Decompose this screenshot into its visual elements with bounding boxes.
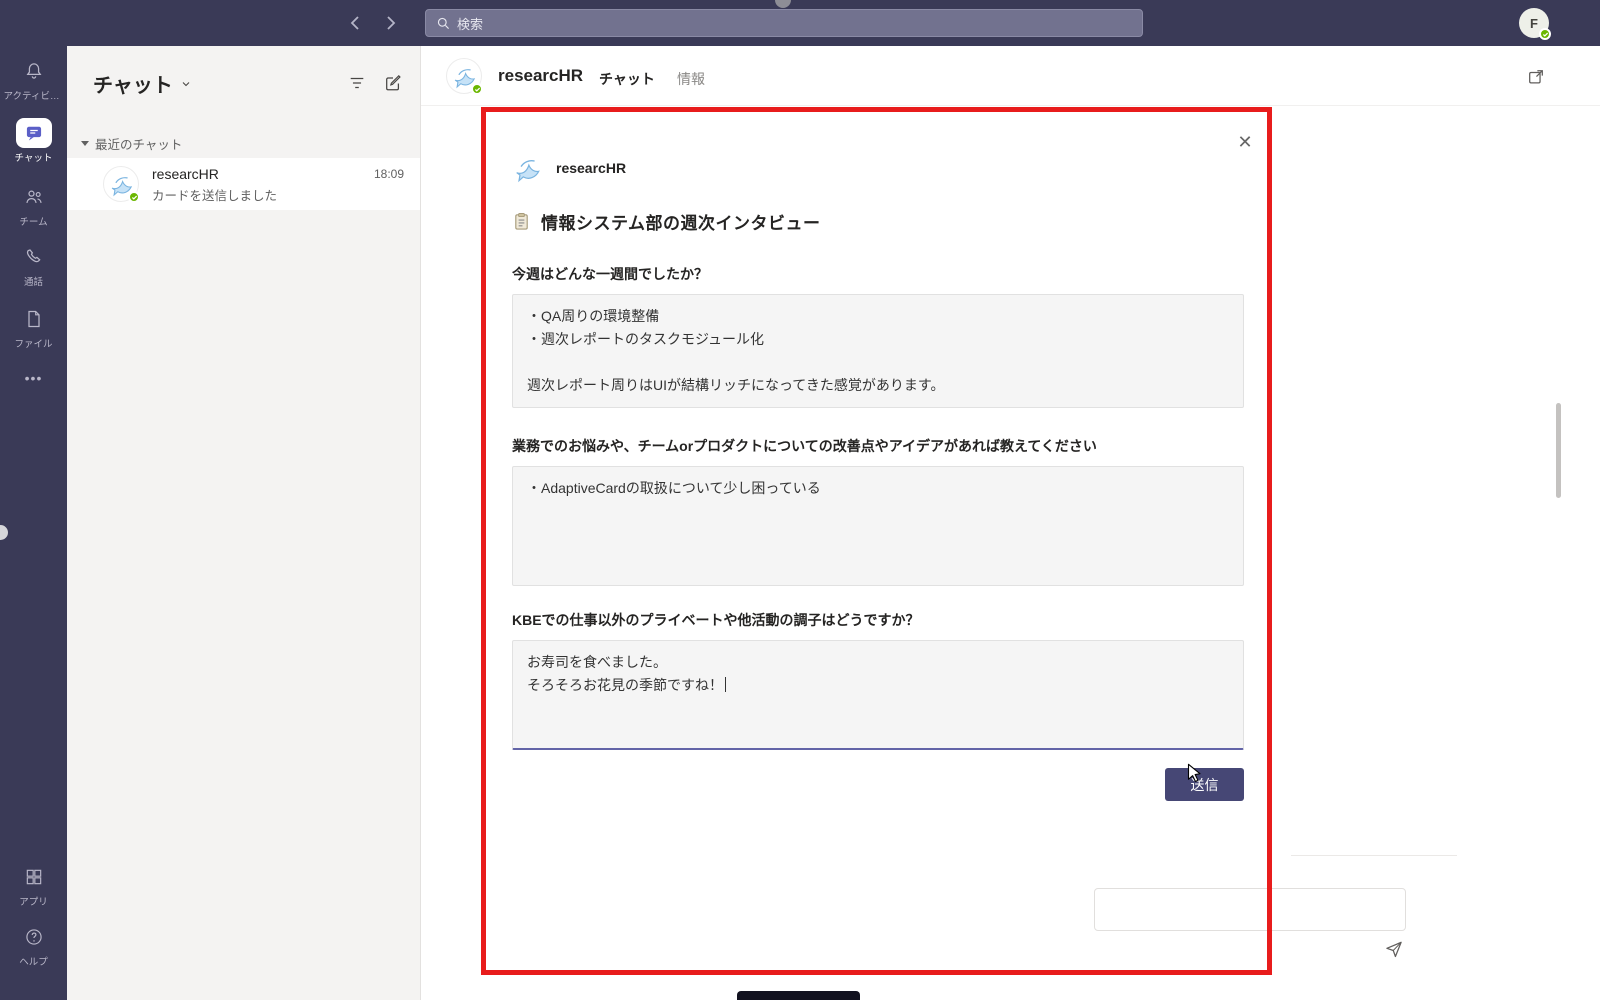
- left-edge-notch: [0, 525, 8, 540]
- sidebar-item-chat[interactable]: チャット: [0, 118, 67, 164]
- taskbar-peek: [737, 991, 860, 1000]
- card-sender-row: researcHR: [512, 153, 1244, 183]
- question-3-label: KBEでの仕事以外のプライベートや他活動の調子はどうですか？: [512, 610, 1244, 630]
- card-title: 情報システム部の週次インタビュー: [541, 209, 821, 234]
- text-caret: [725, 677, 726, 692]
- sidebar-item-apps[interactable]: アプリ: [0, 866, 67, 908]
- search-input[interactable]: 検索: [425, 9, 1143, 37]
- presence-available-icon: [1539, 28, 1551, 40]
- clipboard-icon: [512, 212, 531, 231]
- phone-icon: [22, 246, 46, 268]
- search-placeholder: 検索: [457, 14, 483, 33]
- chat-list-item-researchr[interactable]: researcHR 18:09 カードを送信しました: [67, 158, 420, 210]
- conversation-avatar[interactable]: [446, 58, 482, 94]
- message-input[interactable]: [1094, 888, 1406, 931]
- chat-item-preview: カードを送信しました: [152, 185, 372, 204]
- ellipsis-icon: •••: [25, 370, 43, 386]
- file-icon: [22, 308, 46, 330]
- conversation-pane: researcHR チャット 情報 ✕ researcHR 情報システム部の週次…: [420, 46, 1600, 1000]
- conversation-header: researcHR チャット 情報: [421, 46, 1600, 106]
- presence-available-icon: [128, 191, 140, 203]
- chat-list-title[interactable]: チャット: [93, 69, 192, 98]
- chat-icon: [16, 118, 52, 148]
- chat-item-name: researcHR: [152, 166, 219, 182]
- bell-icon: [22, 60, 46, 82]
- chevron-down-icon: [180, 78, 192, 90]
- submit-button[interactable]: 送信: [1165, 768, 1244, 801]
- collapse-triangle-icon: [81, 141, 89, 146]
- vertical-scrollbar[interactable]: [1556, 403, 1561, 498]
- question-1-label: 今週はどんな一週間でしたか？: [512, 264, 1244, 284]
- user-avatar[interactable]: F: [1519, 8, 1549, 38]
- sidebar-item-activity[interactable]: アクティビティ: [0, 60, 67, 102]
- app-rail: アクティビティ チャット チーム 通話 ファイル: [0, 46, 67, 1000]
- forward-arrow-icon[interactable]: [380, 13, 400, 33]
- recent-chats-section-header[interactable]: 最近のチャット: [81, 134, 182, 153]
- card-sender-name: researcHR: [556, 160, 626, 176]
- compose-divider: [1291, 855, 1457, 856]
- chat-item-time: 18:09: [374, 167, 404, 181]
- answer-input-2[interactable]: ・AdaptiveCardの取扱について少し困っている: [512, 466, 1244, 586]
- popout-icon[interactable]: [1527, 68, 1545, 86]
- sidebar-item-calls[interactable]: 通話: [0, 246, 67, 288]
- apps-grid-icon: [22, 866, 46, 888]
- chat-avatar: [103, 166, 139, 202]
- answer-input-1[interactable]: ・QA周りの環境整備 ・週次レポートのタスクモジュール化 週次レポート周りはUI…: [512, 294, 1244, 408]
- people-icon: [22, 186, 46, 208]
- sidebar-item-help[interactable]: ヘルプ: [0, 926, 67, 968]
- conversation-title: researcHR: [498, 66, 583, 86]
- question-2-label: 業務でのお悩みや、チームorプロダクトについての改善点やアイデアがあれば教えてく…: [512, 436, 1244, 456]
- tab-info[interactable]: 情報: [677, 69, 705, 89]
- new-chat-icon[interactable]: [384, 74, 402, 92]
- answer-input-3[interactable]: お寿司を食べました。 そろそろお花見の季節ですね！: [512, 640, 1244, 750]
- screen-notch: [775, 0, 791, 8]
- help-icon: [22, 926, 46, 948]
- top-bar: 検索 F: [0, 0, 1600, 46]
- sidebar-item-more[interactable]: •••: [0, 370, 67, 388]
- back-arrow-icon[interactable]: [346, 13, 366, 33]
- close-icon[interactable]: ✕: [1234, 131, 1256, 153]
- researchr-logo-icon: [512, 153, 542, 183]
- interview-card: ✕ researcHR 情報システム部の週次インタビュー 今週はどんな一週間でし…: [512, 125, 1244, 801]
- search-icon: [436, 16, 450, 30]
- teams-app-window: 検索 F アクティビティ チャット チーム: [0, 0, 1600, 1000]
- tab-chat[interactable]: チャット: [599, 69, 655, 89]
- card-title-row: 情報システム部の週次インタビュー: [512, 209, 1244, 234]
- filter-icon[interactable]: [348, 74, 366, 92]
- chat-list-panel: チャット 最近のチャット researcHR: [67, 46, 420, 1000]
- send-message-icon[interactable]: [1384, 939, 1404, 959]
- presence-available-icon: [471, 83, 483, 95]
- sidebar-item-teams[interactable]: チーム: [0, 186, 67, 228]
- sidebar-item-files[interactable]: ファイル: [0, 308, 67, 350]
